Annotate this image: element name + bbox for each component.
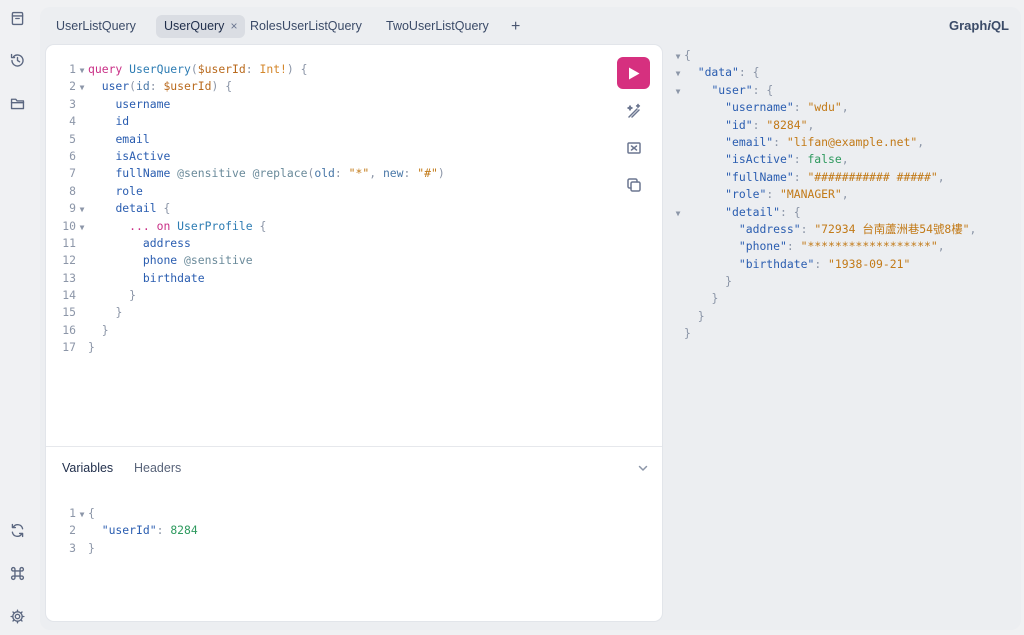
execute-query-button[interactable] xyxy=(617,57,650,89)
code-line: 3 username xyxy=(69,96,171,111)
result-line: "fullName": "########### #####", xyxy=(725,169,945,184)
tab-label: RolesUserListQuery xyxy=(250,19,362,33)
result-line: } xyxy=(711,291,719,306)
settings-gear-icon[interactable] xyxy=(7,606,27,626)
chevron-down-icon[interactable] xyxy=(636,457,650,479)
add-tab-button[interactable]: + xyxy=(511,15,520,38)
tab-label: UserListQuery xyxy=(56,19,136,33)
query-editor-panel: 1 ▼ query UserQuery($userId: Int!) { 2 ▼ us… xyxy=(46,45,662,621)
play-icon xyxy=(628,67,639,79)
tab-roles-user-list-query[interactable]: RolesUserListQuery xyxy=(242,15,370,38)
result-line: ▼ "detail": { xyxy=(675,204,801,219)
code-line: 11 address xyxy=(62,235,191,250)
sidebar-rail xyxy=(0,0,34,635)
refetch-schema-icon[interactable] xyxy=(7,520,27,540)
result-line: "id": "8284", xyxy=(725,117,815,132)
copy-query-icon[interactable] xyxy=(623,174,645,196)
code-line: 7 fullName @sensitive @replace(old: "*",… xyxy=(69,166,445,181)
code-line: 4 id xyxy=(69,114,130,129)
close-tab-icon[interactable]: × xyxy=(230,19,237,33)
code-line: 1 ▼ query UserQuery($userId: Int!) { xyxy=(69,62,308,76)
result-line: "phone": "******************", xyxy=(738,239,945,254)
code-line: 9 ▼ detail { xyxy=(69,201,171,216)
tab-variables[interactable]: Variables xyxy=(62,457,113,479)
tab-headers[interactable]: Headers xyxy=(134,457,181,479)
code-line: 6 isActive xyxy=(69,148,171,163)
code-line: 3} xyxy=(69,540,95,555)
tab-label: UserQuery xyxy=(164,19,225,33)
merge-fragments-icon[interactable] xyxy=(623,137,645,159)
tab-user-query[interactable]: UserQuery × xyxy=(156,15,246,38)
code-line: 10 ▼ ... on UserProfile { xyxy=(62,218,267,233)
prettify-magic-wand-icon[interactable] xyxy=(623,100,645,122)
variables-editor[interactable]: 1 ▼{ 2 "userId": 8284 3} xyxy=(54,505,198,557)
result-line: ▼{ xyxy=(675,48,691,62)
code-line: 13 birthdate xyxy=(62,270,205,285)
result-line: ▼ "data": { xyxy=(675,65,760,80)
editor-divider xyxy=(46,446,662,447)
result-line: } xyxy=(697,308,705,323)
shortcuts-command-icon[interactable] xyxy=(7,563,27,583)
result-viewer[interactable]: ▼{ ▼ "data": { ▼ "user": { "username": "… xyxy=(672,47,977,343)
explorer-folder-icon[interactable] xyxy=(7,93,27,113)
query-tabs: UserListQuery UserQuery × RolesUserListQu… xyxy=(40,7,1021,45)
result-line: ▼ "user": { xyxy=(675,82,774,97)
variables-headers-tabs: Variables Headers xyxy=(46,457,662,479)
code-line: 5 email xyxy=(69,131,150,146)
result-line: "birthdate": "1938-09-21" xyxy=(738,256,911,271)
code-line: 17} xyxy=(62,340,95,355)
tab-label: TwoUserListQuery xyxy=(386,19,489,33)
code-line: 14 } xyxy=(62,288,137,303)
result-line: "email": "lifan@example.net", xyxy=(725,134,925,149)
code-line: 12 phone @sensitive xyxy=(62,253,253,268)
history-icon[interactable] xyxy=(7,50,27,70)
result-line: } xyxy=(684,326,691,341)
code-line: 8 role xyxy=(69,183,143,198)
code-line: 1 ▼{ xyxy=(69,506,95,520)
graphiql-main: UserListQuery UserQuery × RolesUserListQu… xyxy=(40,7,1021,630)
code-line: 16 } xyxy=(62,322,109,337)
result-line: } xyxy=(725,274,733,289)
result-line: "role": "MANAGER", xyxy=(725,187,849,202)
code-line: 15 } xyxy=(62,305,123,320)
tab-two-user-list-query[interactable]: TwoUserListQuery xyxy=(378,15,497,38)
code-line: 2 ▼ user(id: $userId) { xyxy=(69,79,233,94)
docs-icon[interactable] xyxy=(7,8,27,28)
result-line: "username": "wdu", xyxy=(725,100,849,115)
graphiql-logo: GraphiQL xyxy=(949,18,1009,33)
result-line: "isActive": false, xyxy=(725,152,849,167)
tab-user-list-query[interactable]: UserListQuery xyxy=(48,15,144,38)
query-editor[interactable]: 1 ▼ query UserQuery($userId: Int!) { 2 ▼ us… xyxy=(54,61,445,357)
result-line: "address": "72934 台南蘆洲巷54號8樓", xyxy=(738,221,977,236)
code-line: 2 "userId": 8284 xyxy=(69,523,198,538)
